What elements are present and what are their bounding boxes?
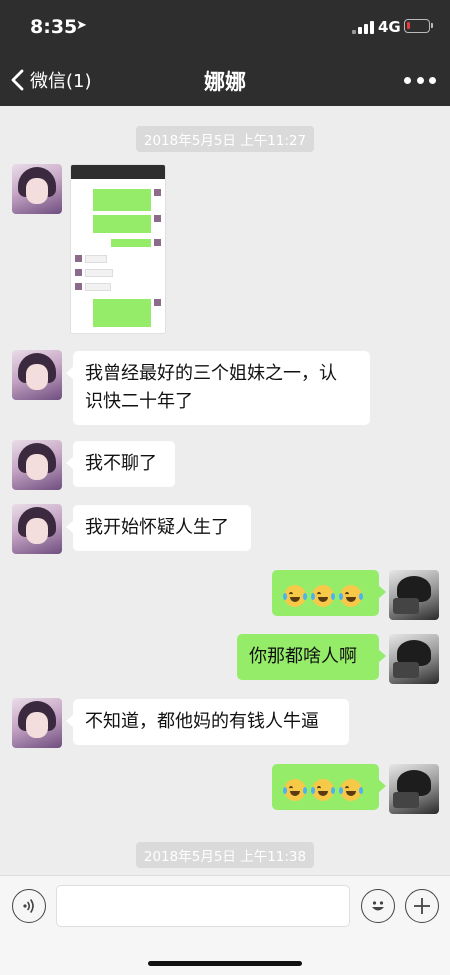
message-bubble[interactable]: 不知道，都他妈的有钱人牛逼 (66, 699, 349, 745)
message-text: 我不聊了 (85, 453, 157, 474)
plus-button[interactable] (405, 889, 439, 923)
emoji-icon (372, 901, 384, 911)
network-label: 4G (378, 18, 401, 36)
emoji-message-bubble[interactable] (272, 570, 386, 616)
timestamp: 2018年5月5日 上午11:38 (0, 842, 450, 868)
voice-button[interactable] (12, 889, 46, 923)
top-bar: 8:35 ➤ 4G 微信(1) 娜娜 (0, 0, 450, 106)
message-text: 识快二十年了 (85, 391, 193, 412)
home-indicator (148, 961, 302, 966)
contact-avatar[interactable] (12, 440, 62, 490)
chat-header: 微信(1) 娜娜 (0, 54, 450, 106)
status-bar: 8:35 ➤ 4G (0, 0, 450, 54)
contact-avatar[interactable] (12, 504, 62, 554)
chat-title: 娜娜 (204, 70, 246, 94)
input-bar (0, 875, 450, 975)
message-bubble[interactable]: 我曾经最好的三个姐妹之一，认 识快二十年了 (66, 351, 370, 425)
laugh-cry-emoji-icon (339, 779, 363, 801)
message-text: 你那都啥人啊 (249, 646, 357, 667)
laugh-cry-emoji-icon (283, 585, 307, 607)
message-text: 我开始怀疑人生了 (85, 517, 229, 538)
message-bubble[interactable]: 我不聊了 (66, 441, 175, 487)
plus-icon (414, 898, 430, 914)
my-avatar[interactable] (389, 634, 439, 684)
laugh-cry-emoji-icon (339, 585, 363, 607)
laugh-cry-emoji-icon (311, 585, 335, 607)
timestamp: 2018年5月5日 上午11:27 (0, 126, 450, 152)
chat-screenshot-image[interactable] (70, 164, 166, 334)
message-text: 我曾经最好的三个姐妹之一，认 (85, 363, 337, 384)
signal-icon (352, 20, 374, 34)
more-icon[interactable] (404, 70, 436, 90)
contact-avatar[interactable] (12, 164, 62, 214)
my-avatar[interactable] (389, 764, 439, 814)
message-bubble[interactable]: 你那都啥人啊 (237, 634, 386, 680)
location-arrow-icon: ➤ (76, 18, 87, 33)
status-time: 8:35 (30, 16, 78, 38)
contact-avatar[interactable] (12, 350, 62, 400)
message-input[interactable] (56, 885, 350, 927)
battery-icon (404, 19, 433, 33)
voice-icon (23, 899, 34, 913)
message-bubble[interactable]: 我开始怀疑人生了 (66, 505, 251, 551)
message-text: 不知道，都他妈的有钱人牛逼 (85, 711, 319, 732)
emoji-button[interactable] (361, 889, 395, 923)
timestamp-label: 2018年5月5日 上午11:38 (135, 842, 315, 868)
contact-avatar[interactable] (12, 698, 62, 748)
emoji-message-bubble[interactable] (272, 764, 386, 810)
laugh-cry-emoji-icon (283, 779, 307, 801)
laugh-cry-emoji-icon (311, 779, 335, 801)
timestamp-label: 2018年5月5日 上午11:27 (135, 126, 315, 152)
my-avatar[interactable] (389, 570, 439, 620)
